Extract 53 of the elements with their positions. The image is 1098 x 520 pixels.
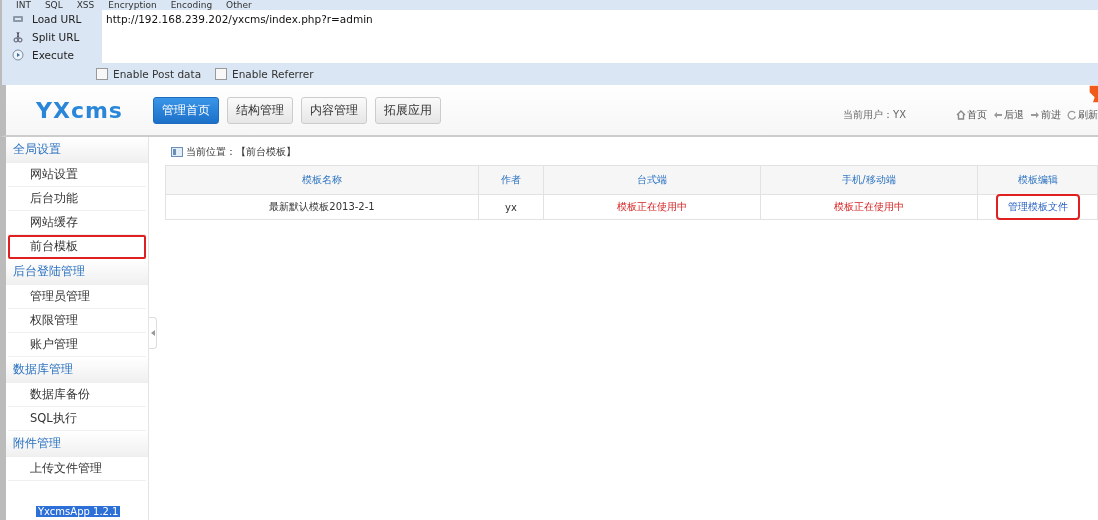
nav-tab[interactable]: 拓展应用 bbox=[375, 96, 441, 124]
right-arrow-icon bbox=[1030, 110, 1040, 120]
menu-item[interactable]: XSS bbox=[76, 0, 95, 10]
menu-item[interactable]: INT bbox=[16, 0, 31, 10]
hackbar-button[interactable]: Execute bbox=[32, 48, 74, 61]
column-header: 手机/移动端 bbox=[760, 165, 978, 195]
table-cell: 最新默认模板2013-2-1 bbox=[165, 194, 479, 220]
table-cell: yx bbox=[478, 194, 544, 220]
sidebar-item[interactable]: 网站缓存 bbox=[8, 211, 146, 235]
refresh-icon bbox=[1067, 110, 1077, 120]
hackbar-button[interactable]: Split URL bbox=[32, 30, 80, 43]
column-header: 模板名称 bbox=[165, 165, 479, 195]
sidebar-item[interactable]: 权限管理 bbox=[8, 309, 146, 333]
home-icon bbox=[956, 110, 966, 120]
column-header: 作者 bbox=[478, 165, 544, 195]
checkbox[interactable] bbox=[215, 68, 228, 80]
table-cell: 模板正在使用中 bbox=[760, 194, 978, 220]
header-link[interactable]: 前进 bbox=[1030, 108, 1061, 122]
checkbox-label: Enable Post data bbox=[113, 68, 202, 80]
column-header: 模板编辑 bbox=[977, 165, 1098, 195]
header-link[interactable]: 后退 bbox=[993, 108, 1024, 122]
sidebar-item[interactable]: 上传文件管理 bbox=[8, 457, 146, 481]
column-header: 台式端 bbox=[543, 165, 761, 195]
left-arrow-icon bbox=[993, 110, 1003, 120]
collapse-handle[interactable] bbox=[149, 317, 157, 349]
menu-item[interactable]: Other bbox=[226, 0, 252, 10]
menu-item[interactable]: SQL bbox=[44, 0, 63, 10]
sidebar-item[interactable]: 管理员管理 bbox=[8, 285, 146, 309]
menu-item[interactable]: Encryption bbox=[108, 0, 157, 10]
sidebar-item[interactable]: 后台功能 bbox=[8, 187, 146, 211]
corner-shape-icon bbox=[1088, 85, 1098, 103]
breadcrumb: 当前位置：【前台模板】 bbox=[186, 145, 296, 159]
table-cell: 模板正在使用中 bbox=[543, 194, 761, 220]
header-link[interactable]: 刷新 bbox=[1067, 108, 1098, 122]
play-icon bbox=[12, 48, 24, 61]
checkbox[interactable] bbox=[96, 68, 108, 80]
hackbar-button[interactable]: Load URL bbox=[32, 12, 82, 25]
left-triangle-icon bbox=[150, 330, 155, 336]
sidebar-item[interactable]: 前台模板 bbox=[8, 235, 146, 259]
current-user: 当前用户：YX bbox=[843, 108, 906, 122]
scissors-icon bbox=[12, 30, 24, 43]
checkbox-label: Enable Referrer bbox=[232, 68, 314, 80]
sidebar-item[interactable]: 数据库备份 bbox=[8, 383, 146, 407]
version-label: YxcmsApp 1.2.1 bbox=[36, 506, 121, 517]
nav-tab[interactable]: 内容管理 bbox=[301, 96, 367, 124]
logo: YXcms bbox=[36, 97, 124, 123]
nav-tab[interactable]: 结构管理 bbox=[227, 96, 293, 124]
sidebar-item[interactable]: 网站设置 bbox=[8, 163, 146, 187]
url-field[interactable]: http://192.168.239.202/yxcms/index.php?r=admin bbox=[102, 10, 1098, 63]
header-link[interactable]: 首页 bbox=[956, 108, 987, 122]
menu-item[interactable]: Encoding bbox=[170, 0, 213, 10]
panel-icon bbox=[171, 147, 183, 157]
nav-tab[interactable]: 管理首页 bbox=[153, 96, 219, 124]
